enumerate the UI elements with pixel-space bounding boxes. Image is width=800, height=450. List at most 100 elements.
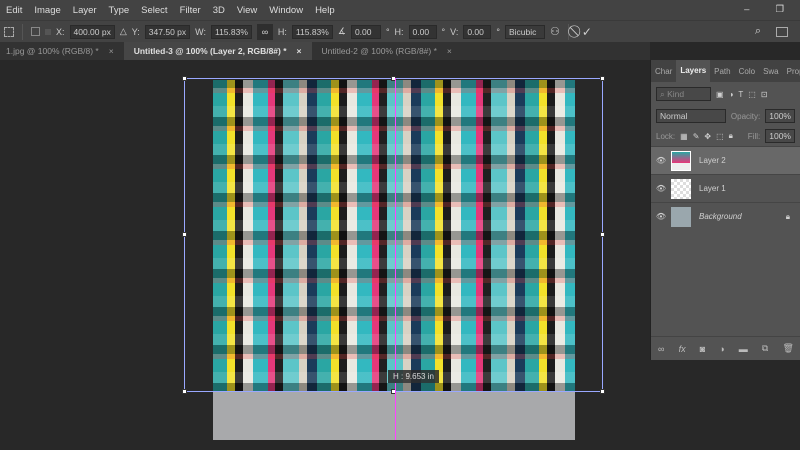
menu-layer[interactable]: Layer <box>67 5 103 16</box>
tab-swatches[interactable]: Swa <box>759 67 783 76</box>
vskew-field[interactable]: 0.00 <box>463 24 492 39</box>
w-label: W: <box>195 26 206 37</box>
filter-shape-icon[interactable]: ⬚ <box>748 90 756 99</box>
x-field[interactable]: 400.00 px <box>69 24 115 39</box>
visibility-eye-icon[interactable]: 👁︎ <box>651 184 671 193</box>
link-layers-icon[interactable]: ∞ <box>658 344 664 354</box>
layer-thumbnail <box>671 150 691 171</box>
hskew-field[interactable]: 0.00 <box>408 24 437 39</box>
degree-label: ° <box>385 26 390 37</box>
commit-transform-icon[interactable]: ✓ <box>582 25 592 39</box>
tab-untitled-2[interactable]: Untitled-2 @ 100% (RGB/8#) * × <box>312 42 462 60</box>
transform-handle[interactable] <box>600 232 605 237</box>
hskew-label: H: <box>394 26 404 37</box>
warp-icon[interactable]: ⚇ <box>550 25 560 38</box>
visibility-eye-icon[interactable]: 👁︎ <box>651 212 671 221</box>
fx-icon[interactable]: fx <box>679 344 686 354</box>
close-icon[interactable]: × <box>297 42 302 60</box>
menu-edit[interactable]: Edit <box>0 5 28 16</box>
angle-field[interactable]: 0.00 <box>350 24 381 39</box>
tab-label: Untitled-2 @ 100% (RGB/8#) * <box>321 46 437 56</box>
kind-label: Kind <box>667 89 685 99</box>
tab-untitled-3[interactable]: Untitled-3 @ 100% (Layer 2, RGB/8#) * × <box>123 42 312 60</box>
lock-position-icon[interactable]: ✥ <box>704 132 711 141</box>
adjustment-layer-icon[interactable]: ◑ <box>719 344 724 354</box>
y-label: Y: <box>131 26 140 37</box>
transform-handle[interactable] <box>600 389 605 394</box>
restore-icon[interactable]: ❐ <box>769 4 790 15</box>
fill-field[interactable]: 100% <box>765 129 795 143</box>
lock-label: Lock: <box>656 131 676 141</box>
filter-adjustment-icon[interactable]: ◑ <box>729 90 734 99</box>
filter-smartobject-icon[interactable]: ⊡ <box>761 90 768 99</box>
reference-point-icon[interactable] <box>4 26 14 37</box>
lock-transparent-icon[interactable]: ▦ <box>680 132 688 141</box>
layer-name[interactable]: Layer 2 <box>699 156 726 165</box>
close-icon[interactable]: × <box>109 42 114 60</box>
minimize-icon[interactable]: – <box>738 4 755 15</box>
menu-bar: Edit Image Layer Type Select Filter 3D V… <box>0 0 800 20</box>
tab-paths[interactable]: Path <box>710 67 734 76</box>
opacity-label: Opacity: <box>730 111 761 121</box>
divider <box>22 23 23 40</box>
transform-handle[interactable] <box>182 76 187 81</box>
document-tabs: 1.jpg @ 100% (RGB/8) * × Untitled-3 @ 100… <box>0 42 650 60</box>
interpolation-select[interactable]: Bicubic <box>504 24 545 39</box>
lock-image-icon[interactable]: ✎ <box>693 132 700 141</box>
new-layer-icon[interactable]: ⧉ <box>762 343 768 354</box>
blend-mode-select[interactable]: Normal <box>656 109 726 123</box>
transform-handle[interactable] <box>600 76 605 81</box>
degree-label: ° <box>496 26 500 37</box>
menu-view[interactable]: View <box>231 5 263 16</box>
y-field[interactable]: 347.50 px <box>144 24 191 39</box>
w-field[interactable]: 115.83% <box>210 24 252 39</box>
options-bar: X: 400.00 px △ Y: 347.50 px W: 115.83% ∞… <box>0 20 800 42</box>
layer-thumbnail <box>671 206 691 227</box>
transform-handle[interactable] <box>182 232 187 237</box>
menu-help[interactable]: Help <box>309 5 341 16</box>
menu-filter[interactable]: Filter <box>174 5 207 16</box>
tab-character[interactable]: Char <box>651 67 676 76</box>
workspace-icon[interactable] <box>776 26 788 37</box>
lock-icon: 🔒︎ <box>785 211 790 221</box>
filter-pixel-icon[interactable]: ▣ <box>716 90 724 99</box>
tab-layers[interactable]: Layers <box>676 60 711 82</box>
layer-name[interactable]: Layer 1 <box>699 184 726 193</box>
visibility-eye-icon[interactable]: 👁︎ <box>651 156 671 165</box>
delete-layer-icon[interactable]: 🗑︎ <box>782 343 793 354</box>
menu-select[interactable]: Select <box>135 5 173 16</box>
kind-filter[interactable]: ⌕ Kind <box>656 87 711 101</box>
layer-thumbnail <box>671 178 691 199</box>
layers-panel: Char Layers Path Colo Swa Prop ⌕ Kind ▣ … <box>650 60 800 360</box>
degree-label: ° <box>441 26 446 37</box>
layer-name[interactable]: Background <box>699 212 742 221</box>
opacity-field[interactable]: 100% <box>765 109 795 123</box>
lock-artboard-icon[interactable]: ⬚ <box>716 132 724 141</box>
transform-handle[interactable] <box>182 389 187 394</box>
menu-type[interactable]: Type <box>103 5 136 16</box>
menu-3d[interactable]: 3D <box>207 5 231 16</box>
filter-type-icon[interactable]: T <box>738 90 743 99</box>
menu-image[interactable]: Image <box>28 5 66 16</box>
menu-window[interactable]: Window <box>263 5 309 16</box>
reference-toggle[interactable] <box>31 27 40 36</box>
tab-color[interactable]: Colo <box>735 67 759 76</box>
fill-label: Fill: <box>747 131 761 141</box>
divider <box>567 23 569 40</box>
x-label: X: <box>56 26 65 37</box>
link-icon[interactable]: ∞ <box>256 23 273 40</box>
transform-readout: H : 9.653 in <box>388 370 439 383</box>
new-group-icon[interactable]: ▬ <box>739 344 748 354</box>
layer-row-layer-2[interactable]: 👁︎ Layer 2 <box>651 146 800 174</box>
close-icon[interactable]: × <box>447 42 452 60</box>
tab-properties[interactable]: Prop <box>783 67 800 76</box>
lock-all-icon[interactable]: 🔒︎ <box>729 131 733 141</box>
add-mask-icon[interactable]: ◙ <box>700 344 705 354</box>
h-field[interactable]: 115.83% <box>291 24 333 39</box>
delta-icon[interactable]: △ <box>120 26 127 37</box>
layer-row-layer-1[interactable]: 👁︎ Layer 1 <box>651 174 800 202</box>
layer-row-background[interactable]: 👁︎ Background 🔒︎ <box>651 202 800 230</box>
search-icon[interactable]: ⌕ <box>755 25 761 38</box>
transform-bounding-box[interactable] <box>182 76 605 394</box>
tab-1jpg[interactable]: 1.jpg @ 100% (RGB/8) * × <box>0 42 124 60</box>
